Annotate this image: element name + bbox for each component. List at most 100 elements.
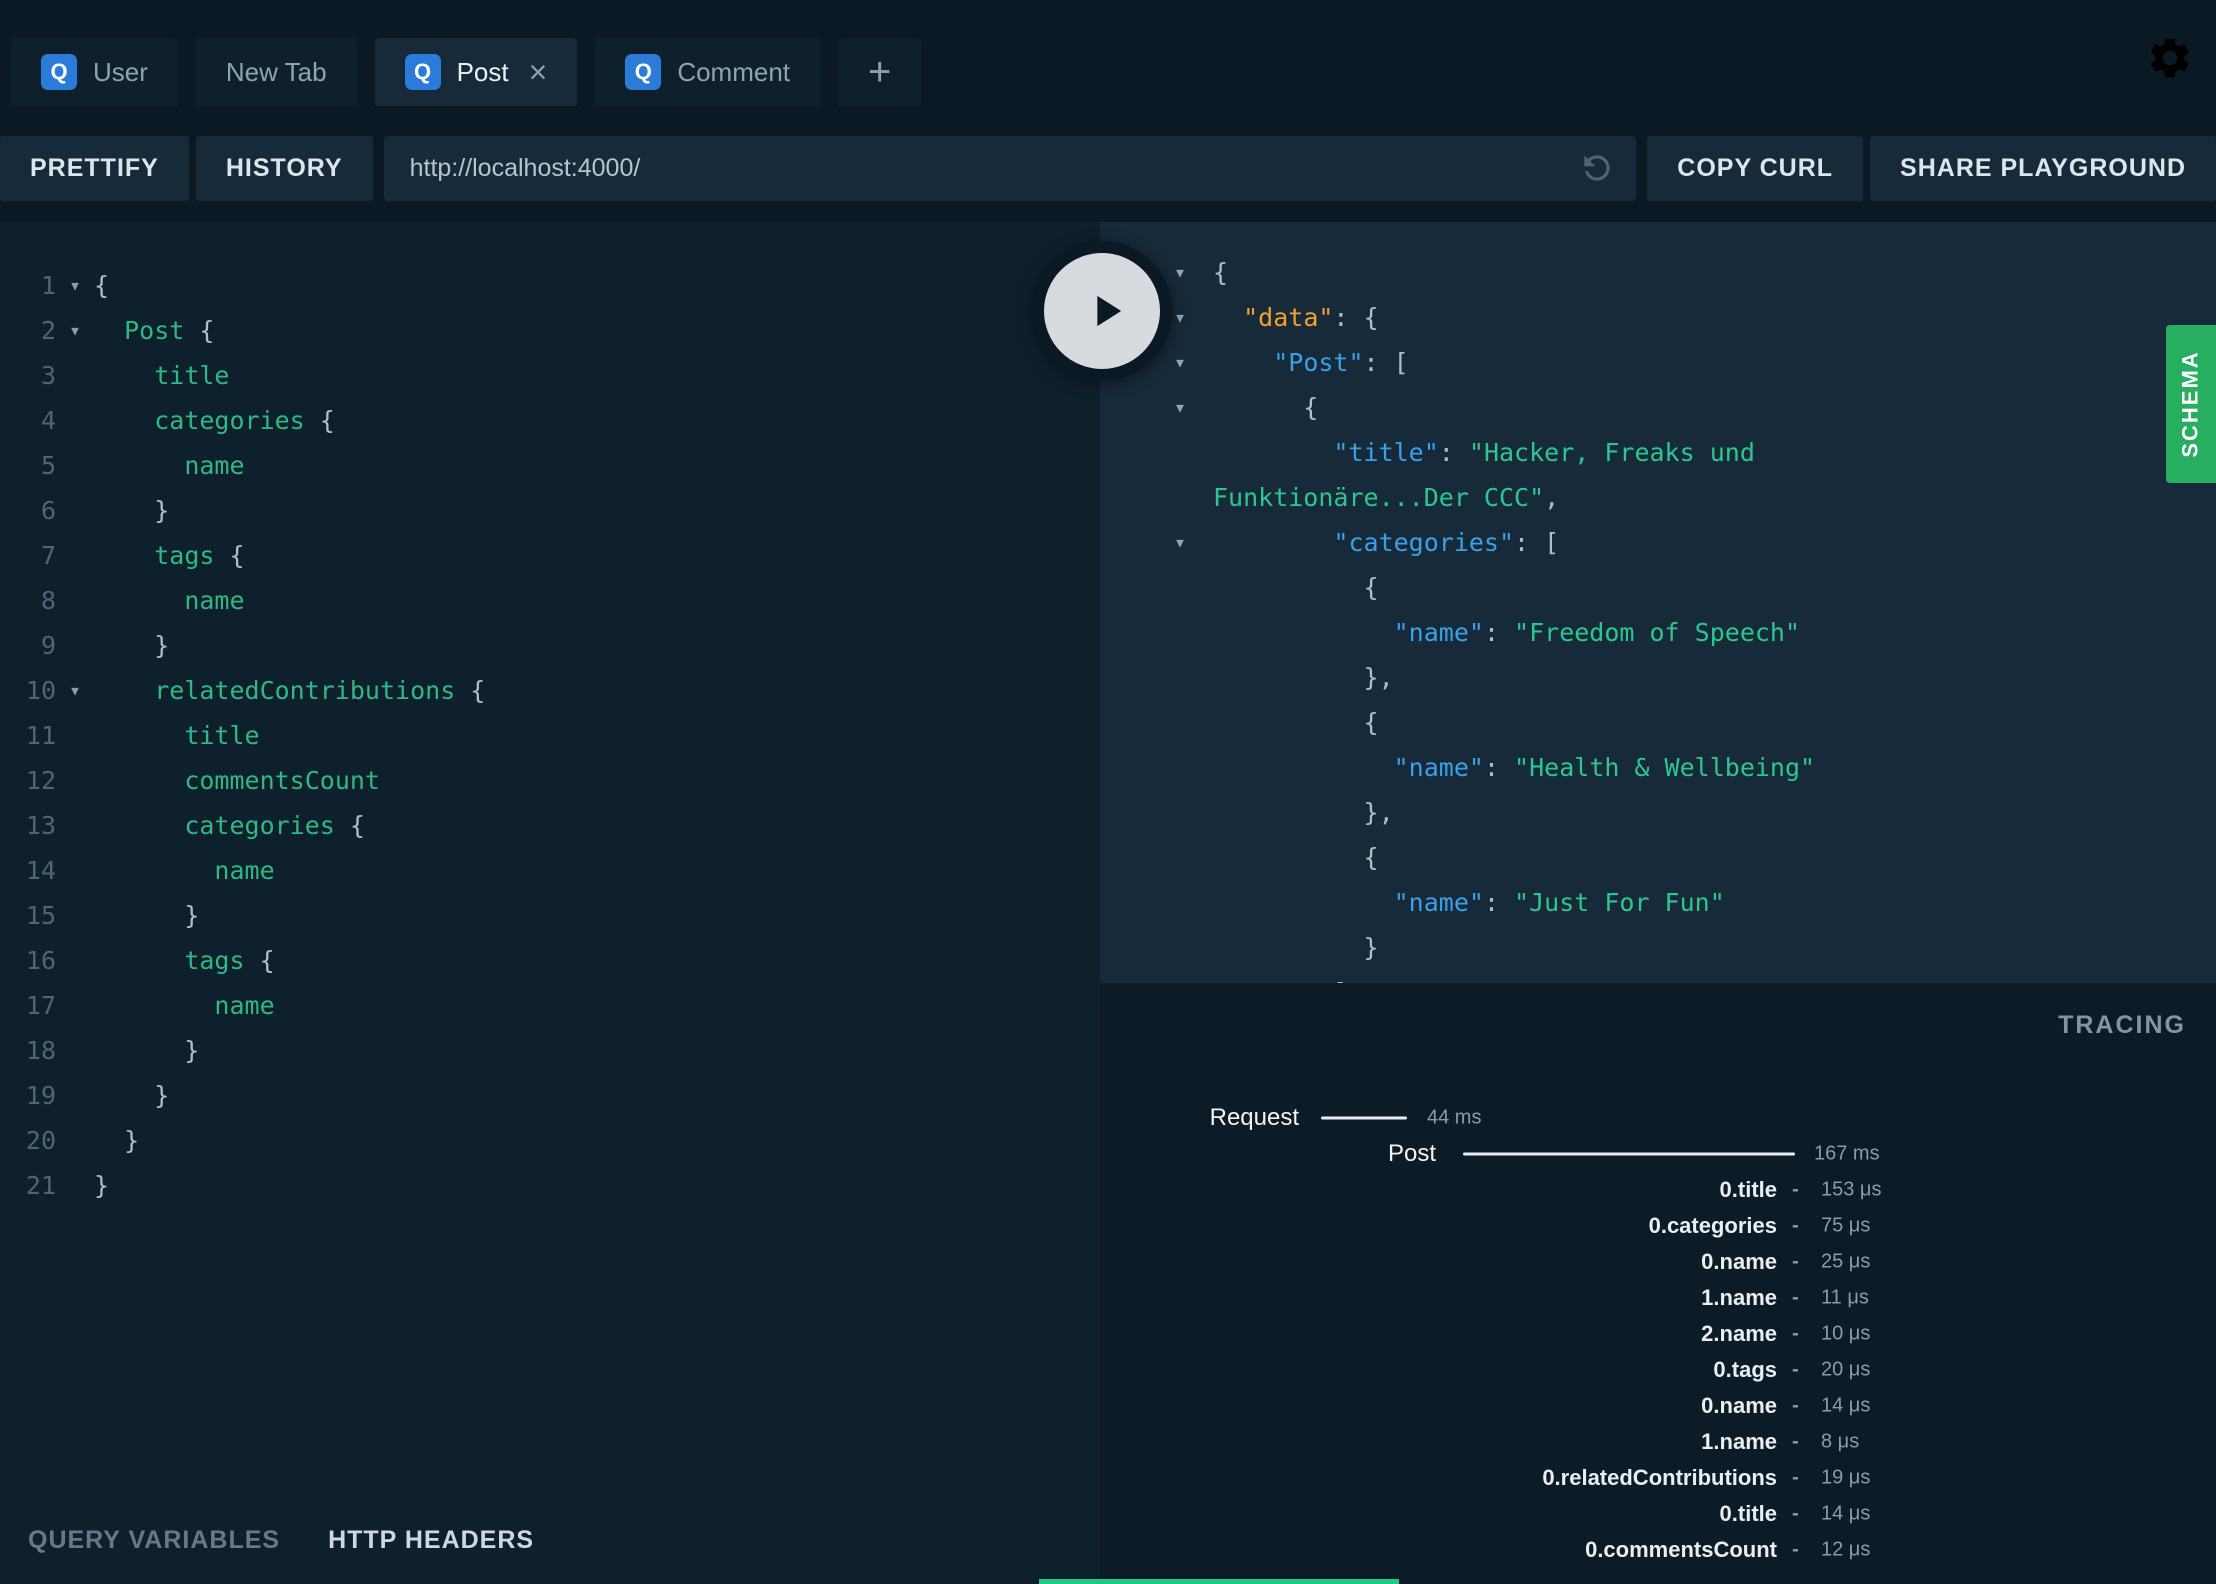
- fold-arrow-icon[interactable]: ▾: [56, 263, 94, 308]
- copy-curl-button[interactable]: COPY CURL: [1647, 136, 1864, 201]
- line-number: 3: [40, 361, 56, 390]
- query-line: 19 }: [0, 1073, 1100, 1118]
- query-line: 20 }: [0, 1118, 1100, 1163]
- trace-label: 0.name: [1701, 1393, 1777, 1418]
- schema-tab-label: SCHEMA: [2178, 350, 2203, 458]
- line-number: 8: [40, 586, 56, 615]
- tab-comment[interactable]: Q Comment: [595, 38, 821, 106]
- line-number: 19: [25, 1081, 56, 1110]
- trace-time: 153 μs: [1821, 1178, 1882, 1201]
- url-bar: [383, 136, 1637, 201]
- response-line: ▾ {: [1100, 385, 2216, 430]
- fold-arrow-icon[interactable]: ▾: [1174, 340, 1213, 385]
- query-line: 15 }: [0, 893, 1100, 938]
- response-line: "name": "Freedom of Speech": [1100, 610, 2216, 655]
- tracing-title: TRACING: [2058, 1011, 2186, 1039]
- response-line: ▾ "Post": [: [1100, 340, 2216, 385]
- query-editor[interactable]: 1 ▾{2 ▾ Post {3 title 4 categories {5 name 6…: [0, 222, 1100, 1496]
- add-tab-button[interactable]: +: [838, 38, 922, 106]
- trace-dash: -: [1792, 1430, 1799, 1453]
- history-button[interactable]: HISTORY: [195, 136, 373, 201]
- trace-label: 0.name: [1701, 1249, 1777, 1274]
- query-line: 13 categories {: [0, 803, 1100, 848]
- execute-button[interactable]: [1032, 241, 1172, 381]
- tracing-panel: TRACING Request 44 ms Post 167 ms 0.title -15…: [1100, 983, 2216, 1584]
- query-badge: Q: [404, 54, 441, 90]
- results-pane: ▾{▾ "data": {▾ "Post": [▾ { "title": "Ha…: [1100, 222, 2216, 1584]
- query-variables-tab[interactable]: QUERY VARIABLES: [28, 1526, 280, 1555]
- query-badge: Q: [41, 54, 77, 90]
- trace-label: Request: [1209, 1104, 1299, 1131]
- fold-arrow-icon[interactable]: ▾: [1174, 520, 1213, 565]
- response-lines: ▾{▾ "data": {▾ "Post": [▾ { "title": "Ha…: [1100, 250, 2216, 983]
- close-icon[interactable]: ×: [529, 56, 548, 88]
- tab-label: Comment: [677, 56, 791, 87]
- fold-arrow-icon[interactable]: ▾: [56, 668, 94, 713]
- trace-label: 0.relatedContributions: [1542, 1465, 1777, 1490]
- trace-dash: -: [1792, 1178, 1799, 1201]
- line-number: 14: [25, 856, 56, 885]
- share-playground-button[interactable]: SHARE PLAYGROUND: [1870, 136, 2216, 201]
- trace-row: Post 167 ms: [1100, 1136, 2216, 1172]
- line-number: 10: [25, 676, 56, 705]
- line-number: 17: [25, 991, 56, 1020]
- trace-row: 0.tags -20 μs: [1100, 1352, 2216, 1388]
- reload-icon[interactable]: [1578, 149, 1616, 192]
- trace-row: 2.name -10 μs: [1100, 1316, 2216, 1352]
- fold-arrow-icon[interactable]: ▾: [1174, 295, 1213, 340]
- trace-dash: -: [1792, 1286, 1799, 1309]
- trace-row: 0.categories -75 μs: [1100, 1208, 2216, 1244]
- fold-arrow-icon[interactable]: ▾: [1174, 250, 1213, 295]
- trace-time: 8 μs: [1821, 1430, 1860, 1453]
- query-line: 3 title: [0, 353, 1100, 398]
- http-headers-tab[interactable]: HTTP HEADERS: [328, 1526, 534, 1555]
- url-input[interactable]: [383, 136, 1637, 201]
- query-line: 1 ▾{: [0, 263, 1100, 308]
- schema-tab[interactable]: SCHEMA: [2166, 325, 2216, 483]
- query-line: 4 categories {: [0, 398, 1100, 443]
- trace-label: 2.name: [1701, 1321, 1777, 1346]
- tab-user[interactable]: Q User: [11, 38, 178, 106]
- trace-time: 14 μs: [1821, 1502, 1871, 1525]
- tab-post[interactable]: Q Post ×: [374, 38, 578, 106]
- plus-icon: +: [868, 50, 892, 94]
- settings-gear-icon[interactable]: [2146, 34, 2194, 85]
- prettify-button[interactable]: PRETTIFY: [0, 136, 189, 201]
- trace-row: 0.title -153 μs: [1100, 1172, 2216, 1208]
- trace-row: 0.commentsCount -12 μs: [1100, 1532, 2216, 1568]
- tab-strip: Q User New Tab Q Post × Q Comment +: [0, 0, 2216, 106]
- gear-icon: [2151, 38, 2189, 78]
- response-line: Funktionäre...Der CCC",: [1100, 475, 2216, 520]
- fold-arrow-icon[interactable]: ▾: [1174, 385, 1213, 430]
- trace-label: 0.title: [1719, 1501, 1777, 1526]
- query-pane: 1 ▾{2 ▾ Post {3 title 4 categories {5 name 6…: [0, 222, 1100, 1584]
- trace-dash: -: [1792, 1538, 1799, 1561]
- response-viewer: ▾{▾ "data": {▾ "Post": [▾ { "title": "Ha…: [1100, 222, 2216, 983]
- response-line: ▾ "categories": [: [1100, 520, 2216, 565]
- bottom-tabs: QUERY VARIABLES HTTP HEADERS: [0, 1496, 1100, 1584]
- tab-new-tab[interactable]: New Tab: [195, 38, 357, 106]
- fold-arrow-icon[interactable]: ▾: [56, 308, 94, 353]
- response-line: }: [1100, 925, 2216, 970]
- line-number: 11: [25, 721, 56, 750]
- trace-row: 0.name -14 μs: [1100, 1388, 2216, 1424]
- query-editor-lines: 1 ▾{2 ▾ Post {3 title 4 categories {5 name 6…: [0, 263, 1100, 1208]
- response-line: },: [1100, 790, 2216, 835]
- line-number: 15: [25, 901, 56, 930]
